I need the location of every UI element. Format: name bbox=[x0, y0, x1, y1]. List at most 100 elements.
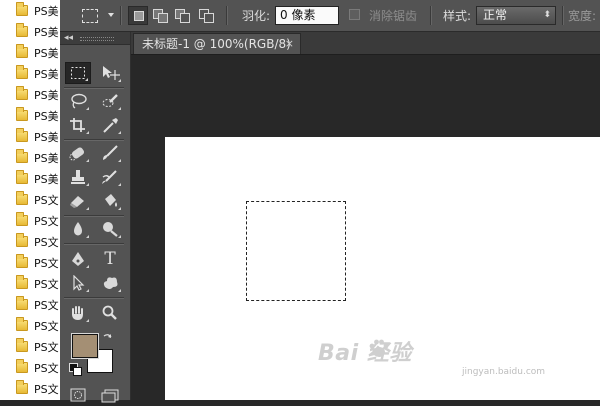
rectangular-marquee-tool[interactable] bbox=[65, 62, 91, 84]
quick-selection-tool[interactable] bbox=[97, 90, 123, 112]
subtract-from-selection-button[interactable] bbox=[172, 6, 192, 25]
brush-tool[interactable] bbox=[97, 142, 123, 164]
clone-stamp-tool[interactable] bbox=[65, 166, 91, 188]
file-explorer-panel: PS美 PS美 PS美 PS美 PS美 PS美 PS美 PS美 PS美 PS文 PS文 PS文 PS文 P… bbox=[0, 0, 61, 400]
tool-preset-picker[interactable] bbox=[78, 6, 114, 24]
explorer-item[interactable]: PS文 bbox=[0, 294, 60, 315]
brush-icon bbox=[103, 145, 118, 160]
explorer-item[interactable]: PS文 bbox=[0, 378, 60, 399]
antialias-label: 消除锯齿 bbox=[369, 9, 418, 23]
explorer-item[interactable]: PS文 bbox=[0, 336, 60, 357]
zoom-tool[interactable] bbox=[97, 302, 123, 324]
explorer-item[interactable]: PS美 bbox=[0, 63, 60, 84]
explorer-item[interactable]: PS美 bbox=[0, 84, 60, 105]
folder-icon bbox=[16, 275, 28, 289]
paint-bucket-icon bbox=[105, 194, 117, 207]
intersect-selection-button[interactable] bbox=[196, 6, 216, 25]
collapse-panel-icon[interactable]: ◂◂ bbox=[64, 32, 73, 44]
history-brush-tool[interactable] bbox=[97, 166, 123, 188]
tool-separator bbox=[64, 139, 124, 141]
folder-icon bbox=[16, 338, 28, 352]
explorer-item[interactable]: PS文 bbox=[0, 273, 60, 294]
dodge-tool[interactable] bbox=[97, 218, 123, 240]
path-selection-tool[interactable] bbox=[65, 272, 91, 294]
dodge-icon bbox=[103, 222, 118, 237]
panel-grip[interactable] bbox=[80, 37, 114, 41]
new-selection-button[interactable] bbox=[128, 6, 148, 25]
separator bbox=[562, 6, 564, 25]
swap-colors-icon[interactable] bbox=[102, 332, 114, 344]
add-to-selection-button[interactable] bbox=[150, 6, 170, 25]
paint-bucket-tool[interactable] bbox=[97, 190, 123, 212]
eyedropper-tool[interactable] bbox=[97, 114, 123, 136]
select-arrows-icon: ⬍ bbox=[543, 10, 551, 20]
explorer-item[interactable]: PS美 bbox=[0, 168, 60, 189]
eraser-tool[interactable] bbox=[65, 190, 91, 212]
explorer-item[interactable]: PS文 bbox=[0, 231, 60, 252]
healing-brush-icon bbox=[69, 147, 85, 161]
spot-healing-brush-tool[interactable] bbox=[65, 142, 91, 164]
chevron-down-icon bbox=[108, 13, 114, 17]
document-tab-title: 未标题-1 @ 100%(RGB/8) bbox=[142, 37, 291, 51]
tool-separator bbox=[64, 87, 124, 89]
quick-selection-icon bbox=[102, 94, 118, 107]
explorer-item-label: PS文 bbox=[34, 193, 59, 207]
explorer-item[interactable]: PS美 bbox=[0, 147, 60, 168]
pen-tool[interactable] bbox=[65, 248, 91, 270]
explorer-item[interactable]: PS美 bbox=[0, 42, 60, 63]
folder-icon bbox=[16, 107, 28, 121]
watermark-brand: Bai 经验 bbox=[318, 341, 412, 366]
watermark-url: jingyan.baidu.com bbox=[462, 367, 546, 377]
explorer-item-label: PS美 bbox=[34, 172, 59, 186]
type-icon: T bbox=[104, 249, 116, 269]
folder-icon bbox=[16, 254, 28, 268]
tool-separator bbox=[64, 215, 124, 217]
separator bbox=[430, 6, 432, 25]
explorer-item[interactable]: PS美 bbox=[0, 126, 60, 147]
custom-shape-icon bbox=[103, 277, 118, 289]
tool-separator bbox=[64, 243, 124, 245]
tools-panel: ◂◂ T bbox=[60, 32, 131, 403]
crop-icon bbox=[70, 118, 85, 132]
default-colors-icon[interactable] bbox=[69, 363, 82, 376]
explorer-item[interactable]: PS文 bbox=[0, 357, 60, 378]
eraser-icon bbox=[70, 196, 84, 208]
blur-tool[interactable] bbox=[65, 218, 91, 240]
quick-mask-mode-button[interactable] bbox=[65, 384, 91, 406]
history-brush-icon bbox=[102, 170, 117, 184]
tools-panel-header[interactable]: ◂◂ bbox=[60, 32, 130, 45]
explorer-item[interactable]: PS文 bbox=[0, 210, 60, 231]
feather-label: 羽化: bbox=[242, 9, 271, 23]
hand-tool[interactable] bbox=[65, 302, 91, 324]
antialias-checkbox[interactable] bbox=[349, 9, 360, 20]
foreground-color-swatch[interactable] bbox=[71, 333, 99, 359]
style-select[interactable]: 正常 ⬍ bbox=[476, 6, 556, 25]
crop-tool[interactable] bbox=[65, 114, 91, 136]
separator bbox=[120, 6, 122, 25]
type-tool[interactable]: T bbox=[97, 248, 123, 270]
explorer-item[interactable]: PS美 bbox=[0, 0, 60, 21]
explorer-item[interactable]: PS文 bbox=[0, 252, 60, 273]
folder-icon bbox=[16, 128, 28, 142]
close-icon[interactable]: × bbox=[285, 34, 294, 54]
explorer-item-label: PS美 bbox=[34, 130, 59, 144]
move-tool[interactable] bbox=[97, 62, 123, 84]
lasso-tool[interactable] bbox=[65, 90, 91, 112]
folder-icon bbox=[16, 23, 28, 37]
blur-drop-icon bbox=[74, 222, 82, 236]
explorer-item-label: PS文 bbox=[34, 319, 59, 333]
separator bbox=[226, 6, 228, 25]
explorer-item[interactable]: PS美 bbox=[0, 21, 60, 42]
explorer-item-label: PS美 bbox=[34, 151, 59, 165]
explorer-item[interactable]: PS美 bbox=[0, 105, 60, 126]
explorer-item[interactable]: PS文 bbox=[0, 189, 60, 210]
new-selection-icon bbox=[134, 11, 144, 21]
screen-mode-button[interactable] bbox=[97, 384, 123, 406]
document-tab[interactable]: 未标题-1 @ 100%(RGB/8) × bbox=[133, 33, 301, 54]
explorer-item-label: PS文 bbox=[34, 214, 59, 228]
folder-icon bbox=[16, 149, 28, 163]
explorer-item[interactable]: PS文 bbox=[0, 315, 60, 336]
feather-input[interactable]: 0 像素 bbox=[275, 6, 339, 25]
custom-shape-tool[interactable] bbox=[97, 272, 123, 294]
folder-icon bbox=[16, 191, 28, 205]
